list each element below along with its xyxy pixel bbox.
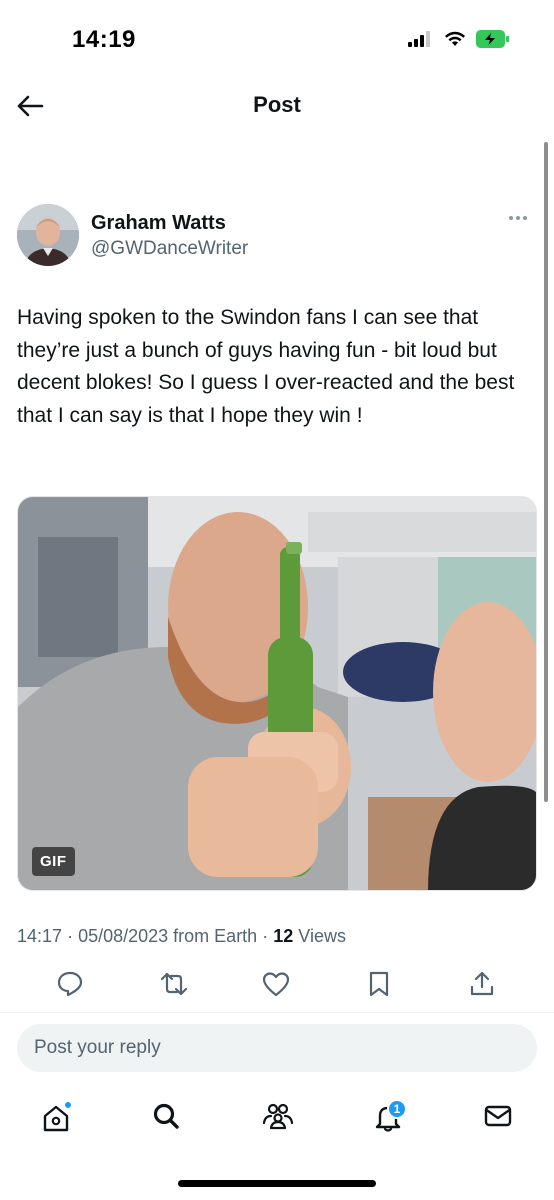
post-media-gif[interactable]: GIF — [17, 496, 537, 891]
more-dot-icon — [523, 216, 527, 220]
home-indicator — [178, 1180, 376, 1187]
post-actions — [0, 966, 554, 1006]
bookmark-icon — [367, 970, 391, 1003]
home-icon — [41, 1101, 72, 1133]
post-source: from Earth — [173, 926, 258, 946]
tab-messages[interactable] — [478, 1098, 518, 1138]
scrollbar[interactable] — [544, 142, 548, 802]
meta-separator: · — [67, 926, 79, 946]
tab-search[interactable] — [146, 1098, 186, 1138]
signal-icon — [408, 31, 434, 52]
like-icon — [262, 971, 290, 1002]
divider — [0, 1012, 554, 1013]
repost-icon — [159, 970, 189, 1003]
reply-icon — [56, 970, 84, 1003]
page-title: Post — [253, 92, 301, 117]
meta-separator: · — [262, 926, 274, 946]
repost-button[interactable] — [156, 968, 192, 1004]
bookmark-button[interactable] — [361, 968, 397, 1004]
post-date: 05/08/2023 — [78, 926, 169, 946]
like-button[interactable] — [258, 968, 294, 1004]
reply-button[interactable] — [52, 968, 88, 1004]
post-text: Having spoken to the Swindon fans I can … — [17, 306, 515, 427]
more-options-button[interactable] — [503, 208, 533, 228]
gif-image — [18, 497, 536, 890]
bottom-tab-bar: 1 — [0, 1090, 554, 1146]
post-time: 14:17 — [17, 926, 63, 946]
search-icon — [151, 1101, 181, 1136]
reply-input[interactable] — [17, 1024, 537, 1072]
post-meta: 14:17 · 05/08/2023 from Earth · 12 Views — [17, 926, 346, 947]
more-dot-icon — [509, 216, 513, 220]
post-author: Graham Watts @GWDanceWriter — [17, 204, 537, 268]
notifications-icon: 1 — [373, 1099, 407, 1133]
more-dot-icon — [516, 216, 520, 220]
gif-badge: GIF — [32, 847, 75, 876]
author-handle[interactable]: @GWDanceWriter — [91, 238, 248, 260]
header: Post — [0, 80, 554, 136]
tab-home[interactable] — [36, 1098, 76, 1138]
status-time: 14:19 — [72, 26, 136, 53]
battery-icon — [476, 30, 510, 53]
communities-icon — [261, 1101, 295, 1136]
reply-box[interactable] — [17, 1024, 537, 1072]
avatar[interactable] — [17, 204, 79, 266]
tab-communities[interactable] — [258, 1098, 298, 1138]
messages-icon — [483, 1101, 513, 1136]
author-name[interactable]: Graham Watts — [91, 212, 226, 235]
views-label[interactable]: Views — [298, 926, 346, 946]
home-unread-dot — [64, 1101, 72, 1109]
tab-notifications[interactable]: 1 — [368, 1098, 408, 1138]
share-button[interactable] — [464, 968, 500, 1004]
status-icons — [408, 30, 510, 53]
share-icon — [469, 970, 495, 1003]
wifi-icon — [444, 31, 466, 52]
views-count[interactable]: 12 — [273, 926, 293, 946]
status-bar: 14:19 — [0, 0, 554, 80]
notifications-badge: 1 — [387, 1099, 407, 1119]
